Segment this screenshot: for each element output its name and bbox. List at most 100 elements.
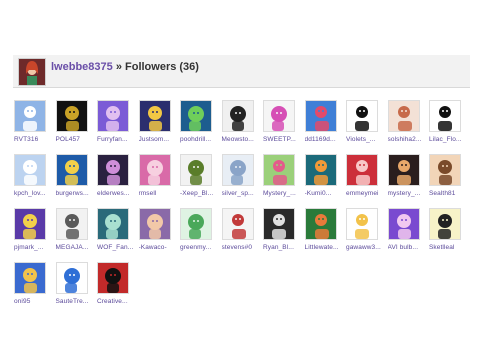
follower-avatar[interactable]: [221, 154, 254, 186]
follower-username[interactable]: Meowsto...: [222, 136, 264, 143]
follower-item[interactable]: MEGAJA...: [55, 208, 98, 251]
follower-avatar[interactable]: [97, 154, 129, 186]
follower-item[interactable]: stevens#0: [221, 208, 264, 251]
follower-username[interactable]: oni95: [14, 298, 56, 305]
follower-avatar[interactable]: [304, 154, 337, 186]
follower-username[interactable]: WOF_Fan...: [97, 244, 139, 251]
follower-username[interactable]: SauteTre...: [56, 298, 98, 305]
follower-avatar[interactable]: [55, 100, 88, 132]
follower-username[interactable]: -Kawaco-: [139, 244, 181, 251]
follower-avatar[interactable]: [97, 262, 129, 294]
follower-username[interactable]: burgerws...: [56, 190, 98, 197]
follower-item[interactable]: Meowsto...: [221, 100, 264, 143]
follower-item[interactable]: AVI bulb...: [387, 208, 430, 251]
follower-username[interactable]: dd1169d...: [305, 136, 347, 143]
follower-item[interactable]: greenmy...: [180, 208, 222, 251]
follower-item[interactable]: Littlewate...: [304, 208, 347, 251]
follower-avatar[interactable]: [180, 154, 212, 186]
follower-item[interactable]: Sealth81: [429, 154, 471, 197]
follower-avatar[interactable]: [429, 100, 461, 132]
follower-item[interactable]: solshiha2...: [387, 100, 430, 143]
follower-username[interactable]: -Kumi0...: [305, 190, 347, 197]
follower-item[interactable]: Lilac_Flo...: [429, 100, 471, 143]
follower-item[interactable]: -Kawaco-: [138, 208, 181, 251]
username-link[interactable]: lwebbe8375: [51, 61, 113, 73]
follower-avatar[interactable]: [138, 208, 171, 240]
follower-item[interactable]: Sketlleal: [429, 208, 471, 251]
follower-item[interactable]: Justsom...: [138, 100, 181, 143]
follower-avatar[interactable]: [387, 208, 420, 240]
follower-username[interactable]: RVT316: [14, 136, 56, 143]
follower-avatar[interactable]: [138, 154, 171, 186]
follower-avatar[interactable]: [387, 154, 420, 186]
follower-avatar[interactable]: [55, 262, 88, 294]
follower-avatar[interactable]: [263, 154, 295, 186]
follower-item[interactable]: dd1169d...: [304, 100, 347, 143]
follower-item[interactable]: Furryfan...: [97, 100, 139, 143]
follower-avatar[interactable]: [97, 100, 129, 132]
follower-username[interactable]: rmsell: [139, 190, 181, 197]
follower-item[interactable]: SWEETP...: [263, 100, 305, 143]
follower-username[interactable]: POL457: [56, 136, 98, 143]
follower-username[interactable]: Justsom...: [139, 136, 181, 143]
follower-username[interactable]: emmeymei: [346, 190, 388, 197]
follower-avatar[interactable]: [304, 100, 337, 132]
follower-item[interactable]: -Xeep_Bl...: [180, 154, 222, 197]
follower-item[interactable]: silver_sp...: [221, 154, 264, 197]
follower-username[interactable]: gawaww3...: [346, 244, 388, 251]
follower-username[interactable]: Furryfan...: [97, 136, 139, 143]
follower-item[interactable]: pjmark_...: [14, 208, 56, 251]
follower-item[interactable]: kpch_lov...: [14, 154, 56, 197]
follower-avatar[interactable]: [346, 208, 378, 240]
follower-avatar[interactable]: [180, 100, 212, 132]
follower-avatar[interactable]: [221, 208, 254, 240]
follower-item[interactable]: rmsell: [138, 154, 181, 197]
follower-item[interactable]: mystery_...: [387, 154, 430, 197]
follower-item[interactable]: elderwes...: [97, 154, 139, 197]
follower-avatar[interactable]: [97, 208, 129, 240]
follower-username[interactable]: Violets_...: [346, 136, 388, 143]
follower-item[interactable]: Creative...: [97, 262, 139, 305]
follower-username[interactable]: Sealth81: [429, 190, 471, 197]
follower-username[interactable]: Ryan_Bl...: [263, 244, 305, 251]
follower-avatar[interactable]: [55, 154, 88, 186]
follower-username[interactable]: AVI bulb...: [388, 244, 430, 251]
follower-username[interactable]: stevens#0: [222, 244, 264, 251]
follower-item[interactable]: oni95: [14, 262, 56, 305]
follower-avatar[interactable]: [221, 100, 254, 132]
follower-username[interactable]: Lilac_Flo...: [429, 136, 471, 143]
follower-username[interactable]: kpch_lov...: [14, 190, 56, 197]
follower-avatar[interactable]: [14, 208, 46, 240]
follower-username[interactable]: solshiha2...: [388, 136, 430, 143]
follower-avatar[interactable]: [138, 100, 171, 132]
follower-item[interactable]: burgerws...: [55, 154, 98, 197]
follower-item[interactable]: POL457: [55, 100, 98, 143]
follower-username[interactable]: mystery_...: [388, 190, 430, 197]
follower-username[interactable]: -Xeep_Bl...: [180, 190, 222, 197]
follower-item[interactable]: Mystery_...: [263, 154, 305, 197]
follower-username[interactable]: Mystery_...: [263, 190, 305, 197]
follower-username[interactable]: MEGAJA...: [56, 244, 98, 251]
follower-item[interactable]: Ryan_Bl...: [263, 208, 305, 251]
follower-avatar[interactable]: [14, 262, 46, 294]
follower-item[interactable]: WOF_Fan...: [97, 208, 139, 251]
follower-username[interactable]: elderwes...: [97, 190, 139, 197]
follower-username[interactable]: Littlewate...: [305, 244, 347, 251]
follower-username[interactable]: poohdrill...: [180, 136, 222, 143]
follower-avatar[interactable]: [387, 100, 420, 132]
follower-item[interactable]: poohdrill...: [180, 100, 222, 143]
follower-item[interactable]: emmeymei: [346, 154, 388, 197]
follower-item[interactable]: SauteTre...: [55, 262, 98, 305]
follower-item[interactable]: -Kumi0...: [304, 154, 347, 197]
follower-username[interactable]: silver_sp...: [222, 190, 264, 197]
follower-avatar[interactable]: [346, 154, 378, 186]
follower-username[interactable]: SWEETP...: [263, 136, 305, 143]
follower-item[interactable]: RVT316: [14, 100, 56, 143]
follower-item[interactable]: Violets_...: [346, 100, 388, 143]
follower-avatar[interactable]: [429, 208, 461, 240]
avatar[interactable]: [18, 58, 46, 86]
follower-avatar[interactable]: [55, 208, 88, 240]
follower-avatar[interactable]: [263, 208, 295, 240]
follower-avatar[interactable]: [263, 100, 295, 132]
follower-username[interactable]: pjmark_...: [14, 244, 56, 251]
